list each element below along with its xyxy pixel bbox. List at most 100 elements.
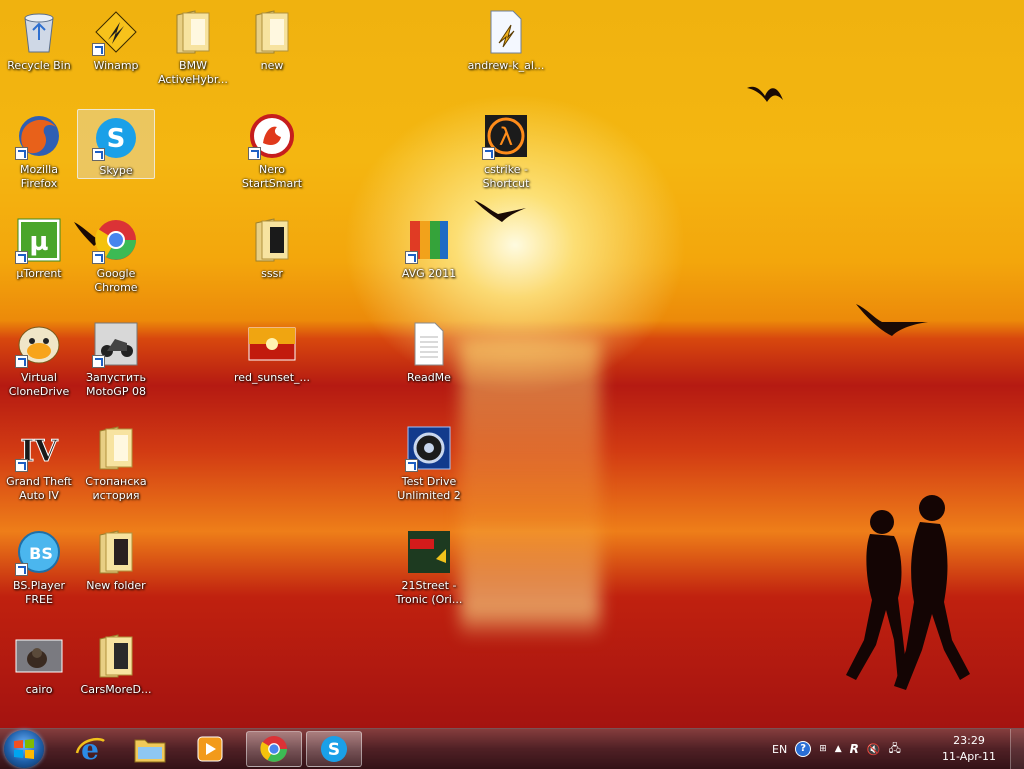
up-arrow-icon[interactable]: ▲: [835, 744, 842, 754]
icon-label: BS.Player FREE: [12, 579, 66, 606]
desktop-icon-firefox[interactable]: Mozilla Firefox: [0, 108, 78, 208]
windows-logo-icon: [14, 739, 34, 759]
desktop-icon-recycle-bin[interactable]: Recycle Bin: [0, 4, 78, 104]
desktop-icon-sssr-folder[interactable]: sssr: [233, 212, 311, 312]
svg-text:µ: µ: [29, 227, 48, 257]
taskbar-internet-explorer[interactable]: e: [62, 731, 118, 767]
seagull-1: [747, 86, 783, 102]
image-file-icon: [15, 632, 63, 680]
taskbar: e S EN ? ⊞ ▲ R 🔇 🖧 23:29 11-Apr-11: [0, 728, 1024, 769]
desktop-icon-winamp[interactable]: Winamp: [77, 4, 155, 104]
icon-label: 21Street - Tronic (Ori...: [395, 579, 463, 606]
desktop-icon-virtual-clonedrive[interactable]: Virtual CloneDrive: [0, 316, 78, 416]
help-icon[interactable]: ?: [795, 741, 812, 757]
shortcut-arrow-icon: [248, 147, 261, 160]
svg-text:S: S: [107, 124, 126, 154]
icon-label: Запустить MotoGP 08: [86, 371, 146, 398]
test-drive-icon: [405, 424, 453, 472]
image-file-icon: [248, 320, 296, 368]
desktop-icon-carsmored-folder[interactable]: CarsMoreD...: [77, 628, 155, 728]
desktop-icon-cairo[interactable]: cairo: [0, 628, 78, 728]
desktop-icon-test-drive[interactable]: Test Drive Unlimited 2: [390, 420, 468, 520]
folder-icon: [248, 216, 296, 264]
taskbar-chrome[interactable]: [246, 731, 302, 767]
desktop-icon-avg[interactable]: AVG 2011: [390, 212, 468, 312]
windows-explorer-icon: [134, 739, 166, 763]
desktop-icon-nero[interactable]: Nero StartSmart: [233, 108, 311, 208]
folder-icon: [248, 8, 296, 56]
taskbar-windows-explorer[interactable]: [122, 731, 178, 767]
start-button[interactable]: [4, 730, 44, 768]
half-life-icon: λ: [482, 112, 530, 160]
shortcut-arrow-icon: [92, 355, 105, 368]
icon-label: New folder: [86, 579, 146, 592]
text-file-icon: [405, 320, 453, 368]
shortcut-arrow-icon: [15, 147, 28, 160]
taskbar-media-player[interactable]: [182, 731, 238, 767]
desktop-icon-readme[interactable]: ReadMe: [390, 316, 468, 416]
sun-reflection: [460, 340, 600, 640]
desktop-icon-motogp[interactable]: Запустить MotoGP 08: [77, 316, 155, 416]
folder-icon: [92, 424, 140, 472]
rockstar-icon[interactable]: R: [850, 742, 859, 756]
shortcut-arrow-icon: [15, 251, 28, 264]
taskbar-skype[interactable]: S: [306, 731, 362, 767]
shortcut-arrow-icon: [15, 355, 28, 368]
clock[interactable]: 23:29 11-Apr-11: [936, 733, 1002, 765]
icon-label: Skype: [99, 164, 133, 177]
shortcut-arrow-icon: [15, 563, 28, 576]
desktop-icon-utorrent[interactable]: µ µTorrent: [0, 212, 78, 312]
skype-icon: S: [92, 114, 140, 161]
utorrent-icon: µ: [15, 216, 63, 264]
desktop-icon-cstrike[interactable]: λ cstrike - Shortcut: [467, 108, 545, 208]
icon-label: Virtual CloneDrive: [8, 371, 70, 398]
gta-iv-icon: IV: [15, 424, 63, 472]
icon-label: new: [260, 59, 284, 72]
shortcut-arrow-icon: [92, 251, 105, 264]
desktop-icon-red-sunset[interactable]: red_sunset_...: [233, 316, 311, 416]
media-player-icon: [197, 736, 223, 762]
desktop-icon-stopanska-folder[interactable]: Стопанска история: [77, 420, 155, 520]
show-hidden-icons[interactable]: ⊞: [819, 744, 827, 754]
desktop-icon-chrome[interactable]: Google Chrome: [77, 212, 155, 312]
shortcut-arrow-icon: [92, 43, 105, 56]
recycle-bin-icon: [15, 8, 63, 56]
folder-icon: [169, 8, 217, 56]
shortcut-arrow-icon: [482, 147, 495, 160]
nero-icon: [248, 112, 296, 160]
svg-text:λ: λ: [499, 123, 513, 151]
topmusic-icon: [405, 528, 453, 576]
language-indicator[interactable]: EN: [772, 743, 787, 756]
volume-muted-icon[interactable]: 🔇: [867, 743, 881, 756]
icon-label: Test Drive Unlimited 2: [397, 475, 461, 502]
shortcut-arrow-icon: [15, 459, 28, 472]
desktop-icon-21street[interactable]: 21Street - Tronic (Ori...: [390, 524, 468, 624]
desktop-icon-bmw-folder[interactable]: BMW ActiveHybr...: [154, 4, 232, 104]
svg-text:S: S: [328, 739, 340, 759]
desktop-icon-gta-iv[interactable]: IV Grand Theft Auto IV: [0, 420, 78, 520]
desktop-background[interactable]: Recycle Bin Winamp BMW ActiveHybr... new…: [0, 0, 1024, 728]
icon-label: Стопанска история: [85, 475, 147, 502]
icon-label: cairo: [25, 683, 53, 696]
folder-icon: [92, 528, 140, 576]
icon-label: andrew-k_al...: [467, 59, 545, 72]
desktop-icon-skype[interactable]: S Skype: [77, 109, 155, 179]
desktop-icon-new-folder[interactable]: new: [233, 4, 311, 104]
desktop-icon-new-folder-2[interactable]: New folder: [77, 524, 155, 624]
icon-label: cstrike - Shortcut: [482, 163, 530, 190]
winamp-icon: [92, 8, 140, 56]
clock-time: 23:29: [953, 734, 985, 747]
icon-label: Google Chrome: [94, 267, 138, 294]
desktop-icon-bsplayer[interactable]: BS BS.Player FREE: [0, 524, 78, 624]
virtual-clonedrive-icon: [15, 320, 63, 368]
icon-label: AVG 2011: [401, 267, 457, 280]
clock-date: 11-Apr-11: [941, 750, 997, 763]
svg-text:BS: BS: [29, 544, 53, 563]
desktop-icon-andrew-audio[interactable]: andrew-k_al...: [467, 4, 545, 104]
show-desktop-button[interactable]: [1010, 729, 1024, 769]
svg-text:e: e: [81, 733, 99, 765]
network-icon[interactable]: 🖧: [889, 740, 901, 759]
chrome-icon: [92, 216, 140, 264]
icon-label: Mozilla Firefox: [20, 163, 58, 190]
icon-label: Recycle Bin: [7, 59, 71, 72]
